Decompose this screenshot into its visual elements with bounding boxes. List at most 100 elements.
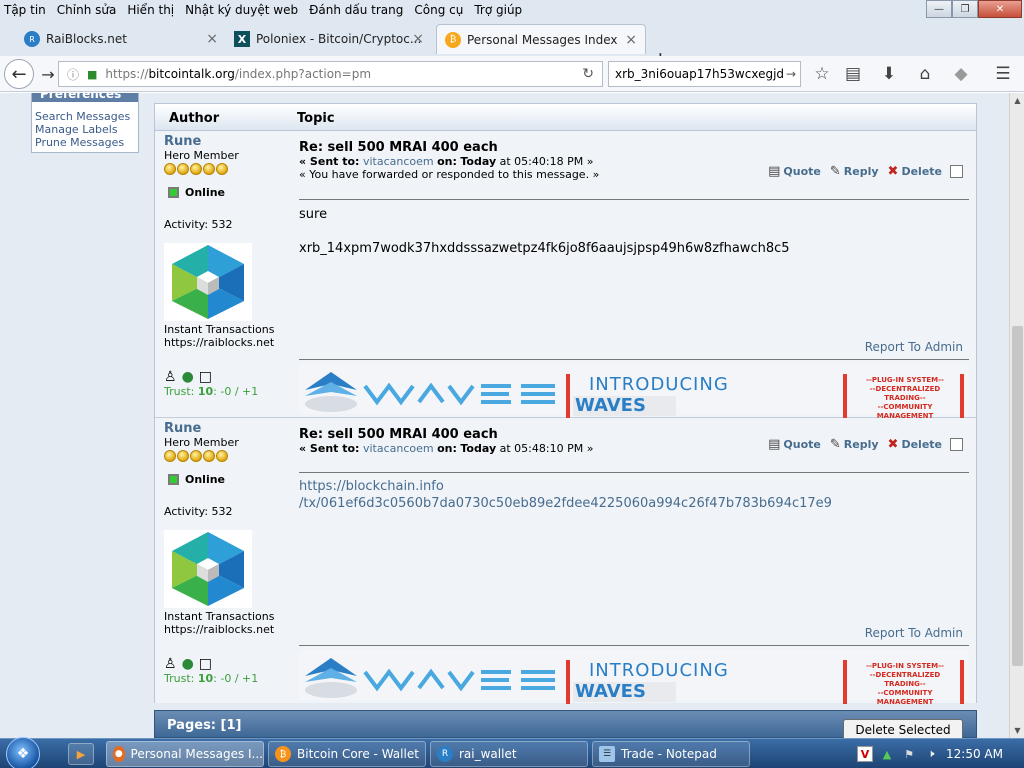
minimize-button[interactable]: — [926,0,952,18]
menu-tools[interactable]: Công cụ [414,3,463,17]
home-icon[interactable]: ⌂ [914,63,936,85]
close-icon[interactable]: × [206,31,218,47]
reply-button[interactable]: ✎ Reply [830,164,879,179]
network-icon[interactable]: ▲ [879,746,895,762]
scrollbar-thumb[interactable] [1012,326,1023,666]
message-subject: Re: sell 500 MRAI 400 each [299,140,498,155]
lock-icon[interactable]: ■ [87,68,97,81]
taskbar-item-firefox[interactable]: ● Personal Messages I... [106,741,264,767]
blockchain-link[interactable]: https://blockchain.info [299,478,832,495]
shield-icon[interactable]: ◆ [950,63,972,85]
delete-button[interactable]: ✖ Delete [888,164,942,179]
select-checkbox[interactable] [950,438,963,451]
menu-bookmarks[interactable]: Đánh dấu trang [309,3,403,17]
window-controls: — ❐ ✕ [926,0,1022,18]
trust-rating[interactable]: Trust: 10: -0 / +1 [164,672,289,685]
activity-count: Activity: 532 [164,505,233,518]
address-bar[interactable]: ⓘ ■ https:// bitcointalk.org /index.php?… [58,61,603,87]
star-icon [216,163,228,175]
quote-button[interactable]: ▤ Quote [768,437,821,452]
sidebar-link-search-messages[interactable]: Search Messages [32,110,138,123]
rank-stars [164,163,289,175]
delete-button[interactable]: ✖ Delete [888,437,942,452]
tab-poloniex[interactable]: X Poloniex - Bitcoin/Cryptoc... × [226,24,432,54]
banner-accent-bar [843,374,847,418]
taskbar-item-rai-wallet[interactable]: R rai_wallet [430,741,588,767]
sent-day: Today [460,442,497,455]
menu-view[interactable]: Hiển thị [127,3,174,17]
start-button[interactable]: ❖ [6,737,40,768]
message-bubble-icon[interactable]: □ [199,369,212,385]
message-line: xrb_14xpm7wodk37hxddsssazwetpz4fk6jo8f6a… [299,241,790,256]
system-clock[interactable]: 12:50 AM [946,747,1003,761]
banner-intro: INTRODUCING [589,374,729,395]
reply-button[interactable]: ✎ Reply [830,437,879,452]
scroll-down-icon[interactable]: ▼ [1010,723,1024,738]
info-icon[interactable]: ⓘ [67,66,79,83]
reading-list-icon[interactable]: ▤ [842,63,864,85]
quote-button[interactable]: ▤ Quote [768,164,821,179]
recipient-link[interactable]: vitacancoem [363,442,434,455]
author-column-header: Author [169,111,220,126]
delete-x-icon: ✖ [887,164,899,179]
divider [299,359,969,360]
menu-file[interactable]: Tập tin [4,3,46,17]
search-go-icon[interactable]: → [783,67,796,81]
media-player-quicklaunch[interactable]: ▶ [68,743,94,765]
report-to-admin-link[interactable]: Report To Admin [865,340,963,354]
pages-label[interactable]: Pages: [1] [167,718,241,733]
back-button[interactable]: ← [4,59,34,89]
message-bubble-icon[interactable]: □ [199,656,212,672]
profile-icon[interactable]: ♙ [164,369,177,385]
menu-history[interactable]: Nhật ký duyệt web [185,3,298,17]
raiblocks-icon: R [437,746,453,762]
delete-label: Delete [901,438,942,451]
online-label: Online [185,186,226,199]
report-to-admin-link[interactable]: Report To Admin [865,626,963,640]
recipient-link[interactable]: vitacancoem [363,155,434,168]
select-checkbox[interactable] [950,165,963,178]
page-scrollbar[interactable]: ▲ ▼ [1009,93,1024,738]
signature-banner[interactable]: INTRODUCING WAVES --PLUG-IN SYSTEM-- --D… [299,364,969,420]
system-tray: V ▲ ⚑ 🕨 [857,741,939,767]
tab-raiblocks[interactable]: R RaiBlocks.net × [16,24,226,54]
url-path: /index.php?action=pm [234,67,372,81]
sidebar-link-manage-labels[interactable]: Manage Labels [32,123,138,136]
close-window-button[interactable]: ✕ [978,0,1022,18]
tab-title: Personal Messages Index [467,32,618,47]
profile-icons: ♙ ● □ [164,369,289,385]
trust-rating[interactable]: Trust: 10: -0 / +1 [164,385,289,398]
forward-button[interactable]: → [36,62,60,86]
search-input[interactable]: xrb_3ni6ouap17h53wcxegjd7 → [608,61,801,87]
sidebar: Preferences Search Messages Manage Label… [31,93,139,153]
star-icon [164,163,176,175]
menu-edit[interactable]: Chỉnh sửa [57,3,117,17]
flag-icon[interactable]: ⚑ [901,746,917,762]
taskbar-item-notepad[interactable]: ☰ Trade - Notepad [592,741,750,767]
antivirus-icon[interactable]: V [857,746,873,762]
reload-icon[interactable]: ↻ [582,66,594,82]
globe-icon[interactable]: ● [182,369,194,385]
poster-name[interactable]: Rune [164,134,289,149]
sidebar-link-prune-messages[interactable]: Prune Messages [32,136,138,149]
download-icon[interactable]: ⬇ [878,63,900,85]
volume-muted-icon[interactable]: 🕨 [923,746,939,762]
reply-icon: ✎ [829,437,841,452]
restore-button[interactable]: ❐ [952,0,978,18]
menu-help[interactable]: Trợ giúp [474,3,522,17]
delete-selected-button[interactable]: Delete Selected [843,719,963,738]
bookmark-star-icon[interactable]: ☆ [811,63,833,85]
taskbar-item-bitcoin-core[interactable]: ₿ Bitcoin Core - Wallet [268,741,426,767]
hamburger-menu-icon[interactable]: ☰ [992,63,1014,85]
poster-name[interactable]: Rune [164,421,289,436]
tab-strip: R RaiBlocks.net × X Poloniex - Bitcoin/C… [0,20,1024,71]
blockchain-link-path[interactable]: /tx/061ef6d3c0560b7da0730c50eb89e2fdee42… [299,495,832,512]
profile-icon[interactable]: ♙ [164,656,177,672]
globe-icon[interactable]: ● [182,656,194,672]
close-icon[interactable]: × [625,32,637,48]
scroll-up-icon[interactable]: ▲ [1010,93,1024,108]
message-text: sure xrb_14xpm7wodk37hxddsssazwetpz4fk6j… [299,206,790,257]
close-icon[interactable]: × [412,31,424,47]
signature-banner[interactable]: INTRODUCING WAVES --PLUG-IN SYSTEM-- --D… [299,650,969,706]
tab-personal-messages[interactable]: ₿ Personal Messages Index × [436,24,646,54]
